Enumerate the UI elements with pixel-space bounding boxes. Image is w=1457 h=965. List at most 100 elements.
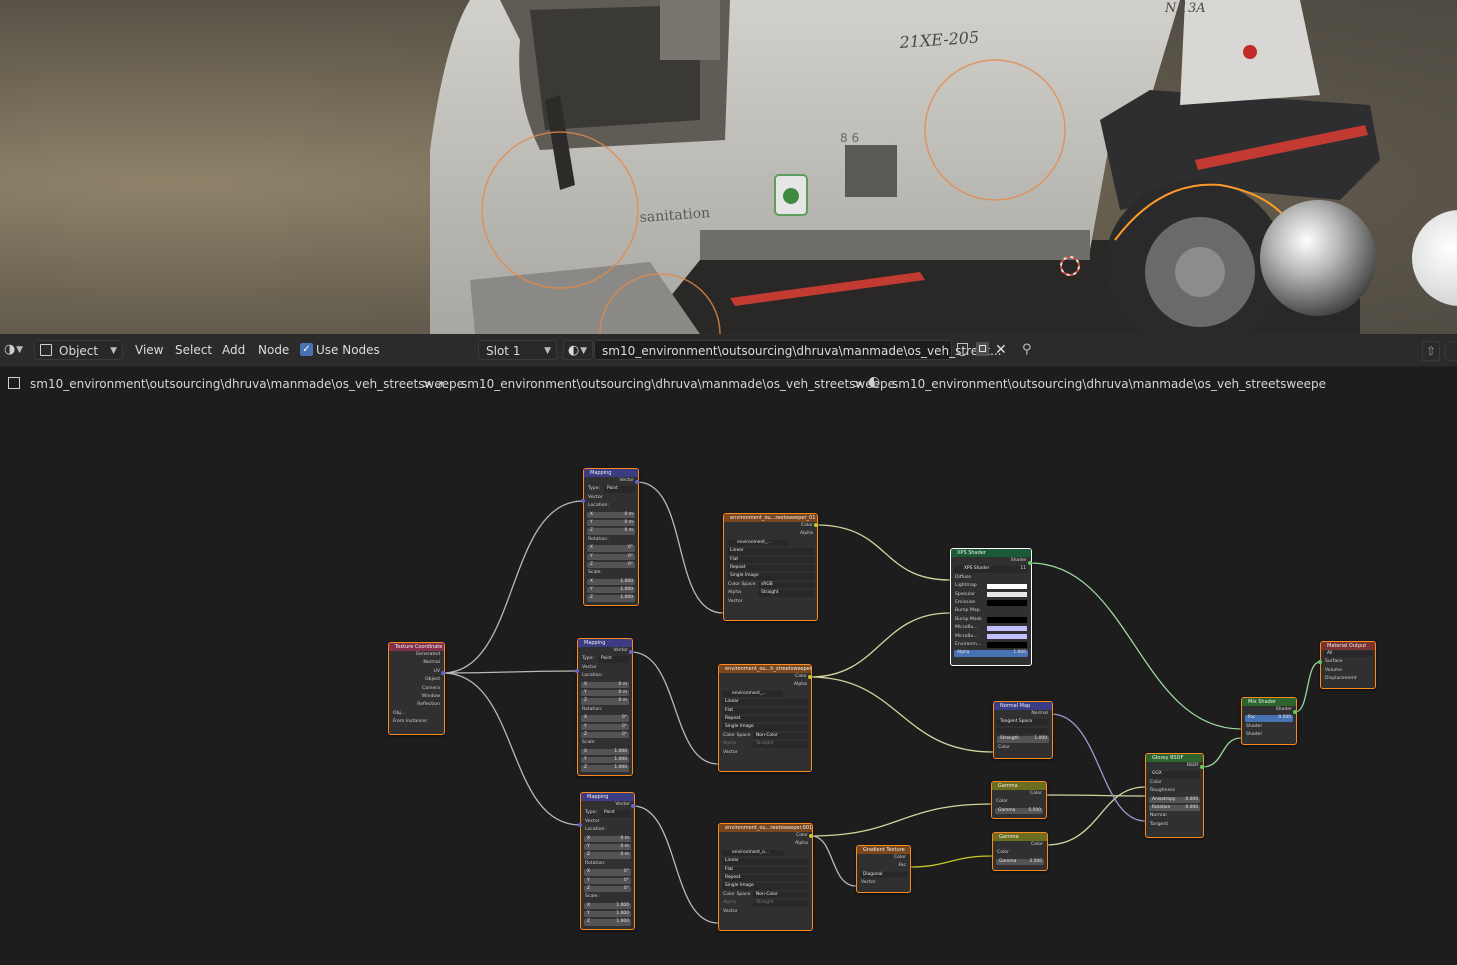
- socket-color-out[interactable]: Color: [992, 790, 1046, 798]
- node-header[interactable]: Mapping: [578, 639, 632, 647]
- socket-specular[interactable]: Specular: [951, 591, 1031, 599]
- socket-dot[interactable]: [629, 650, 633, 654]
- slot-dropdown[interactable]: Slot 1 ▼: [478, 340, 557, 360]
- socket-camera[interactable]: Camera: [389, 685, 444, 693]
- socket-color-in[interactable]: Color: [992, 798, 1046, 806]
- node-header[interactable]: Texture Coordinate: [389, 643, 444, 651]
- socket-window[interactable]: Window: [389, 693, 444, 701]
- scl-y-field[interactable]: Y 1.000: [584, 586, 638, 594]
- pin-icon[interactable]: ⚲: [1022, 340, 1032, 360]
- duplicate-icon[interactable]: [976, 342, 989, 356]
- socket-dot[interactable]: [1318, 660, 1322, 664]
- rot-x-field[interactable]: X 0°: [578, 714, 632, 722]
- type-field[interactable]: Type: Point: [584, 485, 638, 493]
- extension-dropdown[interactable]: Repeat: [724, 564, 817, 572]
- node-gradient-texture[interactable]: Gradient Texture Color Fac Diagonal Vect…: [856, 845, 911, 893]
- color-space-dropdown[interactable]: Color Space Non-Color: [719, 891, 812, 899]
- node-gamma-2[interactable]: Gamma Color Color Gamma 3.500: [992, 832, 1048, 871]
- socket-color-out[interactable]: Color: [719, 673, 811, 681]
- rot-y-field[interactable]: Y 0°: [578, 723, 632, 731]
- node-header[interactable]: Glossy BSDF: [1146, 754, 1203, 762]
- rot-y-field[interactable]: Y 0°: [584, 553, 638, 561]
- gamma-field[interactable]: Gamma 3.500: [993, 858, 1047, 866]
- scl-z-field[interactable]: Z 1.000: [578, 764, 632, 772]
- alpha-slider[interactable]: Alpha 1.000: [951, 649, 1031, 657]
- strength-field[interactable]: Strength 1.000: [994, 735, 1052, 743]
- scl-z-field[interactable]: Z 1.000: [581, 918, 634, 926]
- source-dropdown[interactable]: Single Image: [719, 723, 811, 731]
- socket-color-in[interactable]: Color: [1146, 779, 1203, 787]
- socket-generated[interactable]: Generated: [389, 651, 444, 659]
- rot-z-field[interactable]: Z 0°: [578, 731, 632, 739]
- editor-type-dropdown[interactable]: ◑ ▼: [2, 340, 28, 360]
- rot-x-field[interactable]: X 0°: [581, 868, 634, 876]
- rot-z-field[interactable]: Z 0°: [581, 885, 634, 893]
- socket-vector-in[interactable]: Vector: [581, 818, 634, 826]
- scl-y-field[interactable]: Y 1.000: [578, 756, 632, 764]
- from-instancer-checkbox[interactable]: From Instancer: [389, 718, 444, 726]
- rot-y-field[interactable]: Y 0°: [581, 877, 634, 885]
- menu-view[interactable]: View: [135, 340, 163, 360]
- socket-reflection[interactable]: Reflection: [389, 701, 444, 709]
- alpha-dropdown[interactable]: Alpha Straight: [719, 899, 812, 907]
- node-header[interactable]: Normal Map: [994, 702, 1052, 710]
- node-normal-map[interactable]: Normal Map Normal Tangent Space Strength…: [993, 701, 1053, 759]
- socket-dot[interactable]: [631, 804, 635, 808]
- node-mapping-3[interactable]: Mapping Vector Type: Point Vector Locatio…: [580, 792, 635, 930]
- node-image-texture-2[interactable]: environment_ou...h_streetsweeper Color A…: [718, 664, 812, 772]
- socket-vector-in[interactable]: Vector: [857, 879, 910, 887]
- upload-icon[interactable]: ⇧: [1422, 341, 1440, 361]
- node-editor-canvas[interactable]: Texture Coordinate Generated Normal UV O…: [0, 401, 1457, 965]
- loc-x-field[interactable]: X0 m: [584, 511, 638, 519]
- image-field[interactable]: environment_o...: [719, 849, 812, 857]
- anisotropy-field[interactable]: Anisotropy 0.000: [1146, 796, 1203, 804]
- scl-z-field[interactable]: Z 1.000: [584, 594, 638, 602]
- socket-tangent-in[interactable]: Tangent: [1146, 821, 1203, 829]
- socket-alpha-out[interactable]: Alpha: [719, 840, 812, 848]
- close-icon[interactable]: ✕: [995, 340, 1007, 360]
- node-mapping-1[interactable]: Mapping Vector Type: Point Vector Locatio…: [583, 468, 639, 606]
- socket-microbump-2[interactable]: MicroBu...: [951, 633, 1031, 641]
- type-field[interactable]: Type: Point: [578, 655, 632, 663]
- socket-vector-in[interactable]: Vector: [724, 598, 817, 606]
- socket-environment[interactable]: Environm...: [951, 641, 1031, 649]
- distribution-dropdown[interactable]: GGX: [1146, 770, 1203, 778]
- object-field[interactable]: Obj...: [389, 710, 444, 718]
- image-field[interactable]: environment_...: [719, 690, 811, 698]
- socket-dot[interactable]: [578, 823, 582, 827]
- material-name-field[interactable]: sm10_environment\outsourcing\dhruva\manm…: [594, 340, 1002, 360]
- source-dropdown[interactable]: Single Image: [724, 572, 817, 580]
- node-header[interactable]: environment_ou...reetsweeper.001: [719, 824, 812, 832]
- breadcrumb-mesh[interactable]: sm10_environment\outsourcing\dhruva\manm…: [461, 376, 895, 392]
- extension-dropdown[interactable]: Repeat: [719, 874, 812, 882]
- socket-fac-out[interactable]: Fac: [857, 862, 910, 870]
- rot-z-field[interactable]: Z 0°: [584, 561, 638, 569]
- node-header[interactable]: Mix Shader: [1242, 698, 1296, 706]
- loc-y-field[interactable]: Y0 m: [578, 689, 632, 697]
- rot-x-field[interactable]: X 0°: [584, 544, 638, 552]
- socket-dot[interactable]: [1293, 710, 1297, 714]
- socket-dot[interactable]: [814, 523, 818, 527]
- node-image-texture-3[interactable]: environment_ou...reetsweeper.001 Color A…: [718, 823, 813, 931]
- node-header[interactable]: Mapping: [581, 793, 634, 801]
- color-space-dropdown[interactable]: Color Space Non-Color: [719, 732, 811, 740]
- node-header[interactable]: Gradient Texture: [857, 846, 910, 854]
- socket-surface[interactable]: Surface: [1321, 658, 1375, 666]
- node-header[interactable]: Mapping: [584, 469, 638, 477]
- scene-icon[interactable]: [1444, 341, 1457, 361]
- socket-bump-mask[interactable]: Bump Mask: [951, 616, 1031, 624]
- loc-y-field[interactable]: Y0 m: [581, 843, 634, 851]
- scl-y-field[interactable]: Y 1.000: [581, 910, 634, 918]
- loc-x-field[interactable]: X0 m: [581, 835, 634, 843]
- node-header[interactable]: environment_ou...h_streetsweeper: [719, 665, 811, 673]
- socket-dot[interactable]: [1200, 765, 1204, 769]
- socket-emission[interactable]: Emission: [951, 599, 1031, 607]
- socket-color-out[interactable]: Color: [993, 841, 1047, 849]
- loc-x-field[interactable]: X0 m: [578, 681, 632, 689]
- socket-color-out[interactable]: Color: [857, 854, 910, 862]
- node-gamma-1[interactable]: Gamma Color Color Gamma 5.500: [991, 781, 1047, 819]
- socket-dot[interactable]: [809, 834, 813, 838]
- breadcrumb-object[interactable]: sm10_environment\outsourcing\dhruva\manm…: [30, 376, 464, 392]
- alpha-dropdown[interactable]: Alpha Straight: [719, 740, 811, 748]
- loc-z-field[interactable]: Z0 m: [578, 697, 632, 705]
